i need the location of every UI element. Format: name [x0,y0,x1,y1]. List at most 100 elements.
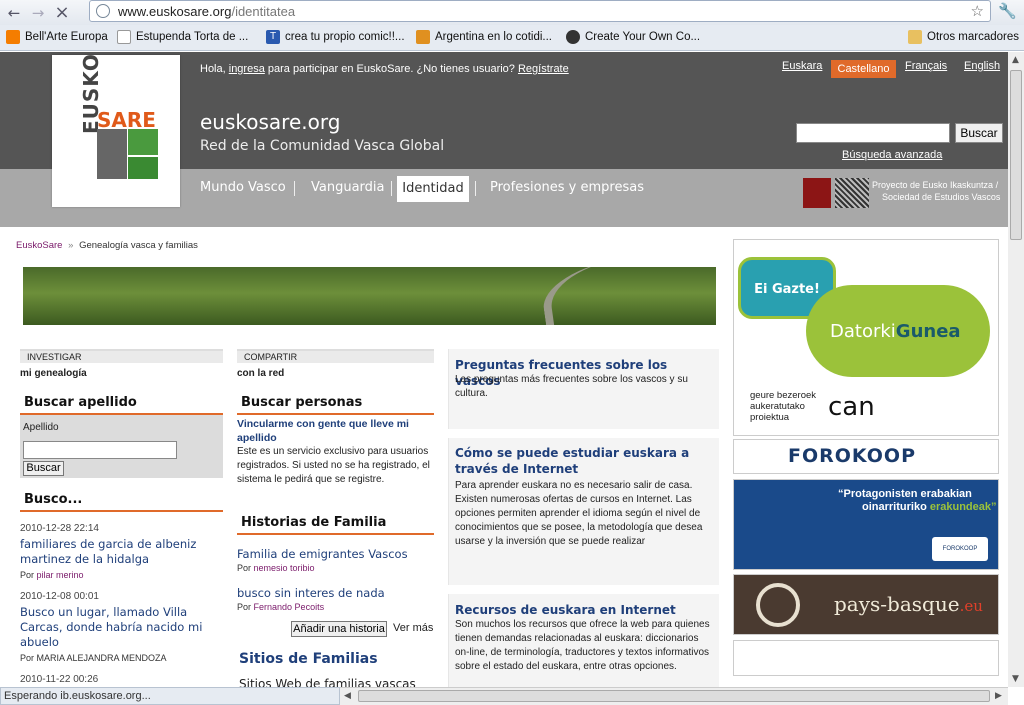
status-bar: Esperando ib.euskosare.org... [0,687,340,705]
item-author: Por nemesio toribio [237,563,315,573]
item-date: 2010-12-08 00:01 [20,591,99,602]
vertical-scrollbar[interactable]: ▲ ▼ [1008,52,1024,687]
lauburu-icon [756,583,800,627]
search-input[interactable] [796,123,950,143]
forward-icon[interactable]: → [28,3,48,23]
bookmark-item[interactable]: Argentina en lo cotidi... [416,30,552,44]
logo-k-mark [97,129,127,179]
lang-francais[interactable]: Français [905,60,947,72]
add-story-button[interactable]: Añadir una historia [291,621,387,637]
tab-identidad[interactable]: Identidad [397,176,469,202]
compartir-sub: con la red [237,368,285,379]
ad-forokoop[interactable]: FOROKOOP [733,439,999,474]
surname-search-button[interactable]: Buscar [23,461,64,476]
t-icon: T [266,30,280,44]
logo-k-mark [128,129,158,155]
breadcrumb-home[interactable]: EuskoSare [16,240,62,251]
horizontal-scrollbar[interactable]: ◀ ▶ [340,687,1008,705]
tab-mundo-vasco[interactable]: Mundo Vasco [200,180,286,195]
bookmark-folder[interactable]: Otros marcadores [908,30,1019,44]
advanced-search-link[interactable]: Búsqueda avanzada [842,149,942,161]
scroll-right-icon[interactable]: ▶ [995,691,1002,701]
surname-input[interactable] [23,441,177,459]
investigar-heading: INVESTIGAR [20,349,223,363]
web-page: EUSKO SARE Hola, ingresa para participar… [0,52,1008,687]
ad-protagonisten[interactable]: “Protagonisten erabakian oinarrituriko e… [733,479,999,570]
people-info-text: Este es un servicio exclusivo para usuar… [237,446,430,485]
ad-pays-basque[interactable]: pays-basque.eu [733,574,999,635]
search-button[interactable]: Buscar [955,123,1003,143]
folder-icon [908,30,922,44]
scroll-left-icon[interactable]: ◀ [344,691,351,701]
buscar-personas-title: Buscar personas [241,395,363,410]
scroll-up-icon[interactable]: ▲ [1012,55,1019,65]
bookmark-item[interactable]: Bell'Arte Europa [6,30,108,44]
site-subtitle: Red de la Comunidad Vasca Global [200,138,445,154]
faq-card: Cómo se puede estudiar euskara a través … [448,438,719,585]
link-surname-people[interactable]: Vincularme con gente que lleve mi apelli… [237,417,434,445]
globe-icon [96,4,110,18]
mask-icon [566,30,580,44]
breadcrumb-current: Genealogía vasca y familias [79,240,198,251]
faq-answer: Son muchos los recursos que ofrece la we… [455,619,710,672]
tab-separator [391,181,392,196]
busco-title: Busco... [24,492,83,507]
compartir-heading: COMPARTIR [237,349,434,363]
page-icon [117,30,131,44]
item-author: Por pilar merino [20,570,84,580]
tab-separator [475,181,476,196]
login-link[interactable]: ingresa [229,63,265,75]
divider [20,510,223,512]
tab-profesiones[interactable]: Profesiones y empresas [490,180,644,195]
lang-english[interactable]: English [964,60,1000,72]
story-link[interactable]: busco sin interes de nada [237,586,385,601]
busco-item-link[interactable]: familiares de garcia de albeniz martinez… [20,537,220,567]
divider [237,413,434,415]
address-bar[interactable]: www.euskosare.org/identitatea ☆ [89,0,991,22]
busco-item-link[interactable]: Busco un lugar, llamado Villa Carcas, do… [20,605,220,650]
lang-euskara[interactable]: Euskara [782,60,822,72]
breadcrumb: EuskoSare » Genealogía vasca y familias [16,240,198,251]
ad-datorki-gunea[interactable]: Ei Gazte! DatorkiGunea geure bezeroek au… [733,239,999,436]
protag-text: “Protagonisten erabakian oinarrituriko e… [838,488,997,513]
faq-question-link[interactable]: Cómo se puede estudiar euskara a través … [455,445,715,477]
forokoop-small-logo: FOROKOOP [932,537,988,561]
hscroll-thumb[interactable] [358,690,990,702]
faq-question-link[interactable]: Recursos de euskara en Internet [455,602,715,618]
scroll-thumb[interactable] [1010,70,1022,240]
faq-answer: Las preguntas más frecuentes sobre los v… [455,374,688,399]
partner-text: Proyecto de Eusko Ikaskuntza / Sociedad … [872,180,1001,202]
faq-card: Preguntas frecuentes sobre los vascos La… [448,349,719,429]
bookmark-item[interactable]: Estupenda Torta de ... [117,30,248,44]
eusko-ikaskuntza-seal[interactable] [835,178,869,208]
bookmark-star-icon[interactable]: ☆ [971,2,984,20]
wrench-icon[interactable]: 🔧 [998,2,1017,20]
site-title[interactable]: euskosare.org [200,110,340,134]
item-date: 2010-11-22 00:26 [20,674,99,685]
blogger-icon [6,30,20,44]
buscar-apellido-title: Buscar apellido [24,395,137,410]
stop-icon[interactable]: × [52,2,72,23]
eusko-ikaskuntza-logo[interactable] [803,178,831,208]
see-more-link[interactable]: Ver más [393,622,433,634]
story-link[interactable]: Familia de emigrantes Vascos [237,547,408,562]
tab-vanguardia[interactable]: Vanguardia [311,180,385,195]
register-link[interactable]: Regístrate [518,63,569,75]
item-author: Por MARIA ALEJANDRA MENDOZA [20,653,167,663]
gunea-text: DatorkiGunea [830,321,961,342]
tab-separator [294,181,295,196]
pays-basque-logo: pays-basque.eu [834,592,983,616]
bookmark-item[interactable]: Tcrea tu propio comic!!... [266,30,405,44]
sitios-text: Sitios Web de familias vascas [239,677,416,687]
can-text: geure bezeroek aukeratutako proiektua [750,390,817,423]
map-icon [416,30,430,44]
back-icon[interactable]: ← [4,3,24,23]
ad-empty [733,640,999,676]
divider [237,533,434,535]
surname-label: Apellido [23,422,59,433]
item-date: 2010-12-28 22:14 [20,523,99,534]
scroll-down-icon[interactable]: ▼ [1012,674,1019,684]
bookmark-item[interactable]: Create Your Own Co... [566,30,700,44]
address-url: www.euskosare.org/identitatea [118,3,296,19]
lang-castellano[interactable]: Castellano [831,60,896,78]
